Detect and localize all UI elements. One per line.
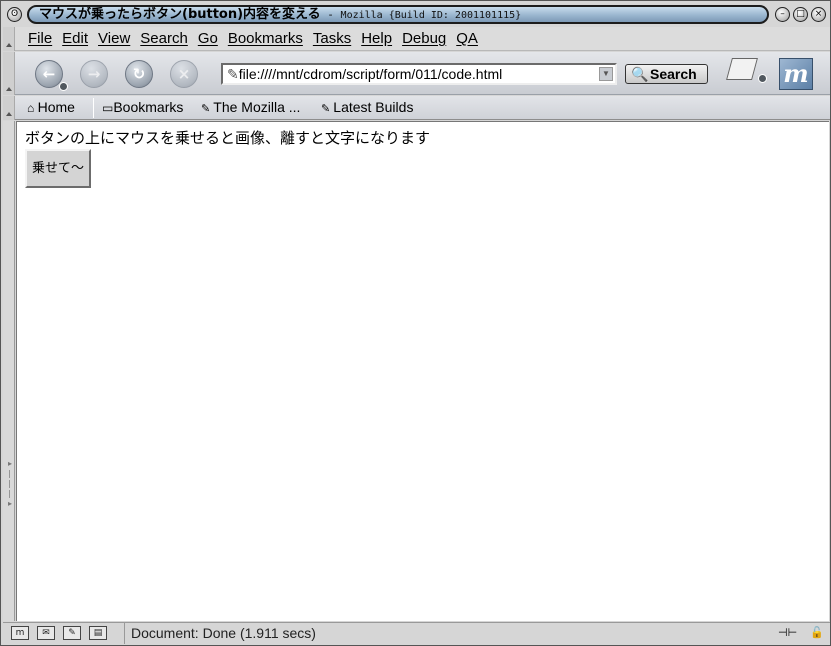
- stop-button[interactable]: ×: [170, 60, 198, 88]
- navbar-grip[interactable]: [3, 52, 15, 95]
- sidebar-splitter[interactable]: ▸ | | | ▸: [3, 121, 15, 621]
- composer-icon[interactable]: ✎: [63, 626, 81, 640]
- hover-button[interactable]: 乗せて～: [25, 149, 91, 188]
- title-main-text: マウスが乗ったらボタン(button)内容を変える: [39, 7, 321, 22]
- navigator-icon[interactable]: m: [11, 626, 29, 640]
- security-lock-icon[interactable]: 🔓: [810, 626, 826, 640]
- url-text: file:////mnt/cdrom/script/form/011/code.…: [238, 66, 503, 82]
- title-bar: ʘ マウスが乗ったらボタン(button)内容を変える - Mozilla {B…: [3, 3, 830, 26]
- bookmarks-label: Bookmarks: [113, 99, 184, 115]
- menu-search[interactable]: Search: [135, 30, 193, 47]
- status-bar: m ✉ ✎ ▤ Document: Done (1.911 secs) ⊣⊢ 🔓: [3, 622, 830, 644]
- minimize-icon[interactable]: –: [775, 7, 790, 22]
- home-label: Home: [37, 99, 75, 115]
- browser-window: ʘ マウスが乗ったらボタン(button)内容を変える - Mozilla {B…: [0, 0, 831, 646]
- forward-button[interactable]: →: [80, 60, 108, 88]
- print-icon[interactable]: [726, 58, 758, 80]
- bookmark-latest-builds[interactable]: ✎ Latest Builds: [321, 99, 413, 115]
- status-indicators: ⊣⊢ 🔓: [778, 626, 826, 640]
- latest-builds-label: Latest Builds: [333, 99, 414, 115]
- menu-view[interactable]: View: [93, 30, 135, 47]
- personal-toolbar-grip[interactable]: [3, 96, 15, 120]
- component-bar: m ✉ ✎ ▤: [11, 626, 107, 640]
- search-button[interactable]: 🔍 Search: [625, 64, 708, 84]
- menu-bar: File Edit View Search Go Bookmarks Tasks…: [3, 27, 830, 51]
- bookmark-icon: ✎: [321, 103, 334, 115]
- close-icon[interactable]: ×: [811, 7, 826, 22]
- mozilla-throbber-icon[interactable]: m: [779, 58, 813, 90]
- mail-icon[interactable]: ✉: [37, 626, 55, 640]
- the-mozilla-label: The Mozilla ...: [213, 99, 301, 115]
- magnifier-icon: 🔍: [631, 66, 649, 82]
- personal-toolbar: ⌂ Home ▭Bookmarks ✎ The Mozilla ... ✎ La…: [3, 96, 830, 120]
- back-dropdown-icon[interactable]: [59, 82, 68, 91]
- menu-go[interactable]: Go: [193, 30, 223, 47]
- folder-icon: ▭: [102, 101, 114, 115]
- menu-tasks[interactable]: Tasks: [308, 30, 356, 47]
- sidebar-grippy-icon[interactable]: ▸ | | | ▸: [8, 459, 12, 519]
- url-history-dropdown-icon[interactable]: ▼: [599, 67, 613, 81]
- title-app-text: Mozilla {Build ID: 2001101115}: [340, 10, 522, 21]
- navigation-toolbar: ← → ↻ × ✎file:////mnt/cdrom/script/form/…: [3, 52, 830, 95]
- address-book-icon[interactable]: ▤: [89, 626, 107, 640]
- title-separator: -: [320, 8, 341, 21]
- bookmarks-folder[interactable]: ▭Bookmarks: [102, 99, 183, 115]
- menu-qa[interactable]: QA: [451, 30, 483, 47]
- window-title: マウスが乗ったらボタン(button)内容を変える - Mozilla {Bui…: [27, 5, 769, 24]
- home-icon: ⌂: [27, 101, 38, 115]
- menu-edit[interactable]: Edit: [57, 30, 93, 47]
- menu-file[interactable]: File: [23, 30, 57, 47]
- search-button-label: Search: [650, 66, 697, 82]
- online-status-icon[interactable]: ⊣⊢: [778, 626, 804, 640]
- bookmark-the-mozilla[interactable]: ✎ The Mozilla ...: [201, 99, 300, 115]
- menu-bookmarks[interactable]: Bookmarks: [223, 30, 308, 47]
- window-menu-icon[interactable]: ʘ: [7, 7, 22, 22]
- page-proxy-icon[interactable]: ✎: [227, 66, 239, 82]
- menu-help[interactable]: Help: [356, 30, 397, 47]
- personal-toolbar-separator: [93, 98, 94, 118]
- menu-debug[interactable]: Debug: [397, 30, 451, 47]
- status-text: Document: Done (1.911 secs): [124, 623, 644, 644]
- menubar-grip[interactable]: [3, 27, 15, 51]
- instruction-text: ボタンの上にマウスを乗せると画像、離すと文字になります: [25, 129, 431, 147]
- menu-items: File Edit View Search Go Bookmarks Tasks…: [23, 30, 483, 47]
- page-content: ボタンの上にマウスを乗せると画像、離すと文字になります 乗せて～: [16, 121, 829, 621]
- maximize-icon[interactable]: □: [793, 7, 808, 22]
- reload-button[interactable]: ↻: [125, 60, 153, 88]
- url-field[interactable]: ✎file:////mnt/cdrom/script/form/011/code…: [221, 63, 617, 85]
- home-link[interactable]: ⌂ Home: [27, 99, 75, 115]
- print-dropdown-icon[interactable]: [758, 74, 767, 83]
- bookmark-icon: ✎: [201, 103, 214, 115]
